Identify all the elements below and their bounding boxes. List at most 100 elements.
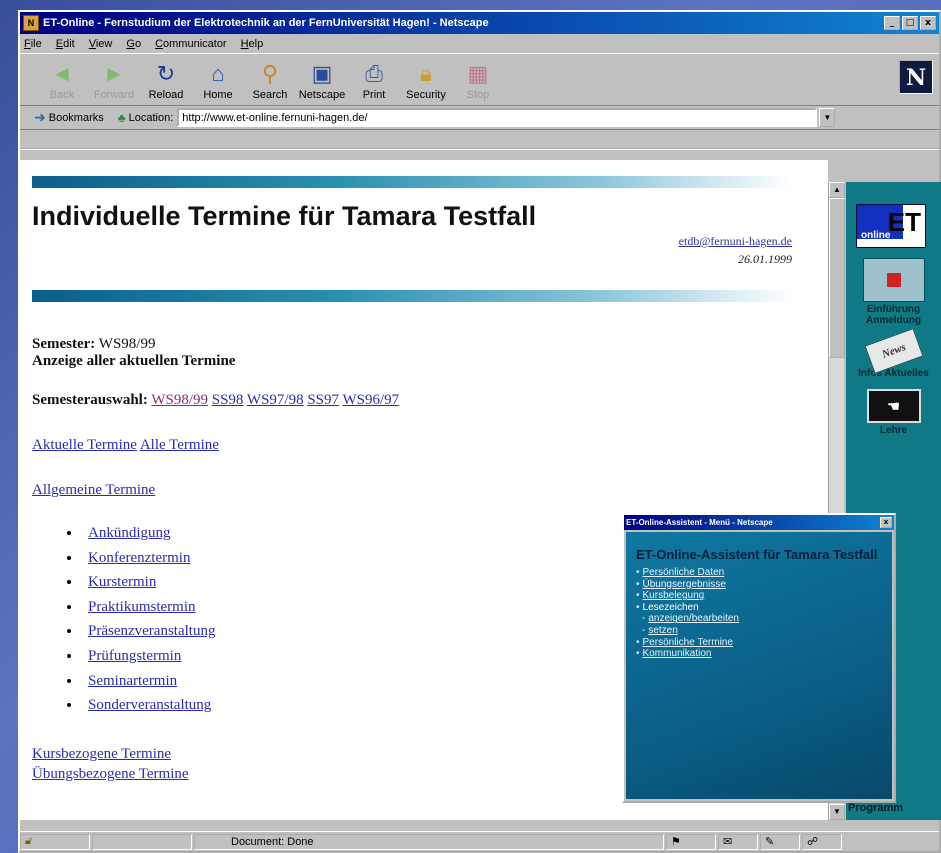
general-dates-link[interactable]: Allgemeine Termine bbox=[32, 482, 155, 498]
semester-link-ws97-98[interactable]: WS97/98 bbox=[247, 392, 304, 408]
reload-icon: ↻ bbox=[156, 61, 176, 86]
home-button[interactable]: ⌂ Home bbox=[192, 61, 244, 101]
minimize-button[interactable]: _ bbox=[884, 16, 900, 30]
window-title: ET-Online - Fernstudium der Elektrotechn… bbox=[43, 17, 489, 29]
current-dates-link[interactable]: Aktuelle Termine bbox=[32, 437, 137, 453]
logo-subtext: online bbox=[861, 230, 891, 241]
close-button[interactable]: x bbox=[920, 16, 936, 30]
menu-item: • Kommunikation bbox=[636, 648, 892, 660]
menu-go[interactable]: Go bbox=[126, 38, 141, 50]
date-type-link[interactable]: Seminartermin bbox=[88, 673, 177, 689]
sidebar-item-lehre[interactable]: ☚ Lehre bbox=[846, 389, 941, 436]
forward-button[interactable]: ► Forward bbox=[88, 61, 140, 101]
course-enrollment-link[interactable]: Kursbelegung bbox=[643, 590, 705, 601]
bookmarks-button[interactable]: ➜ Bookmarks bbox=[34, 109, 104, 126]
security-button[interactable]: 🔒︎ Security bbox=[400, 61, 452, 101]
menu-file[interactable]: File bbox=[24, 38, 42, 50]
display-mode-line: Anzeige aller aktuellen Termine bbox=[32, 353, 828, 370]
date-type-link[interactable]: Praktikumstermin bbox=[88, 599, 196, 615]
print-button[interactable]: ⎙ Print bbox=[348, 61, 400, 101]
view-edit-bookmarks-link[interactable]: anzeigen/bearbeiten bbox=[648, 613, 739, 624]
semester-line: Semester: WS98/99 bbox=[32, 336, 828, 353]
bullet-icon: • bbox=[636, 601, 640, 613]
popup-title: ET-Online-Assistent - Menü - Netscape bbox=[626, 518, 773, 527]
progress-cell bbox=[92, 833, 192, 850]
netscape-icon: ▣ bbox=[311, 61, 333, 86]
semester-link-ws98-99[interactable]: WS98/99 bbox=[151, 392, 208, 408]
personal-dates-link[interactable]: Persönliche Termine bbox=[643, 637, 733, 648]
sidebar-item-einfuehrung[interactable]: Einführung Anmeldung bbox=[846, 258, 941, 326]
netscape-logo[interactable]: N bbox=[899, 60, 933, 94]
security-status-icon[interactable]: 🔓︎ bbox=[20, 833, 90, 850]
news-badge: News bbox=[879, 341, 908, 361]
security-label: Security bbox=[406, 89, 446, 101]
date-type-link[interactable]: Präsenzveranstaltung bbox=[88, 623, 215, 639]
menu-help[interactable]: Help bbox=[241, 38, 264, 50]
netscape-label: Netscape bbox=[298, 89, 346, 101]
sidebar-item-programm[interactable]: Programm bbox=[848, 802, 903, 814]
sidebar-item-infos[interactable]: News Infos Aktuelles bbox=[846, 328, 941, 379]
bookmarks-heading: Lesezeichen bbox=[642, 601, 699, 613]
lock-icon: 🔓︎ bbox=[25, 835, 33, 847]
date-type-link[interactable]: Ankündigung bbox=[88, 525, 171, 541]
back-label: Back bbox=[49, 89, 75, 101]
personal-data-link[interactable]: Persönliche Daten bbox=[643, 567, 725, 578]
exercise-results-link[interactable]: Übungsergebnisse bbox=[643, 579, 726, 590]
search-button[interactable]: ⚲ Search bbox=[244, 61, 296, 101]
communication-link[interactable]: Kommunikation bbox=[643, 648, 712, 659]
date-type-link[interactable]: Prüfungstermin bbox=[88, 648, 181, 664]
url-input[interactable] bbox=[177, 108, 818, 127]
menu-item: • Kursbelegung bbox=[636, 590, 892, 602]
popup-title-bar[interactable]: ET-Online-Assistent - Menü - Netscape x bbox=[624, 515, 894, 530]
page-header: Individuelle Termine für Tamara Testfall… bbox=[20, 198, 828, 290]
menu-communicator[interactable]: Communicator bbox=[155, 38, 227, 50]
scroll-thumb[interactable] bbox=[829, 198, 845, 358]
home-icon: ⌂ bbox=[211, 61, 225, 86]
menu-item: • Lesezeichen bbox=[636, 602, 892, 614]
composer-icon[interactable]: ✎ bbox=[760, 833, 800, 850]
semester-selection: Semesterauswahl: WS98/99 SS98 WS97/98 SS… bbox=[32, 392, 828, 409]
general-dates-section: Allgemeine Termine bbox=[32, 482, 828, 499]
assistant-popup-window: ET-Online-Assistent - Menü - Netscape x … bbox=[622, 513, 896, 803]
title-bar[interactable]: N ET-Online - Fernstudium der Elektrotec… bbox=[20, 12, 939, 34]
discussion-icon[interactable]: ☍ bbox=[802, 833, 842, 850]
lecture-board-icon: ☚ bbox=[866, 389, 921, 423]
bullet-icon: • bbox=[636, 636, 640, 648]
scroll-up-icon[interactable]: ▲ bbox=[829, 182, 845, 198]
bullet-icon: • bbox=[636, 578, 640, 590]
date-type-link[interactable]: Konferenztermin bbox=[88, 550, 190, 566]
component-bar-icon[interactable]: ⚑ bbox=[666, 833, 716, 850]
menu-bar: File Edit View Go Communicator Help bbox=[20, 34, 939, 54]
maximize-button[interactable]: □ bbox=[902, 16, 918, 30]
popup-body: ET-Online-Assistent für Tamara Testfall … bbox=[626, 532, 892, 799]
back-button[interactable]: ◄ Back bbox=[36, 61, 88, 101]
url-dropdown-icon[interactable]: ▼ bbox=[819, 108, 836, 127]
course-dates-link[interactable]: Kursbezogene Termine bbox=[32, 746, 171, 762]
menu-view[interactable]: View bbox=[89, 38, 113, 50]
set-bookmark-link[interactable]: setzen bbox=[648, 625, 677, 636]
semester-link-ss98[interactable]: SS98 bbox=[212, 392, 244, 408]
page-date: 26.01.1999 bbox=[738, 252, 792, 266]
netscape-button[interactable]: ▣ Netscape bbox=[296, 61, 348, 101]
exercise-dates-link[interactable]: Übungsbezogene Termine bbox=[32, 766, 189, 782]
stop-button[interactable]: ▦ Stop bbox=[452, 61, 504, 101]
stop-label: Stop bbox=[466, 89, 490, 101]
display-mode-text: Anzeige aller aktuellen Termine bbox=[32, 353, 236, 369]
semester-link-ss97[interactable]: SS97 bbox=[307, 392, 339, 408]
popup-close-button[interactable]: x bbox=[880, 517, 892, 528]
sidebar-item-label: Lehre bbox=[879, 425, 908, 436]
menu-edit[interactable]: Edit bbox=[56, 38, 75, 50]
bullet-icon: • bbox=[636, 590, 640, 602]
reload-button[interactable]: ↻ Reload bbox=[140, 61, 192, 101]
personal-toolbar bbox=[20, 130, 939, 150]
all-dates-link[interactable]: Alle Termine bbox=[140, 437, 219, 453]
mail-icon[interactable]: ✉ bbox=[718, 833, 758, 850]
email-link[interactable]: etdb@fernuni-hagen.de bbox=[679, 234, 792, 249]
date-type-link[interactable]: Sonderveranstaltung bbox=[88, 697, 211, 713]
netscape-app-icon[interactable]: N bbox=[23, 15, 39, 31]
semester-link-ws96-97[interactable]: WS96/97 bbox=[343, 392, 400, 408]
date-type-link[interactable]: Kurstermin bbox=[88, 574, 156, 590]
stop-icon: ▦ bbox=[467, 61, 489, 86]
scroll-down-icon[interactable]: ▼ bbox=[829, 804, 845, 820]
et-online-logo[interactable]: ET online bbox=[856, 204, 926, 248]
